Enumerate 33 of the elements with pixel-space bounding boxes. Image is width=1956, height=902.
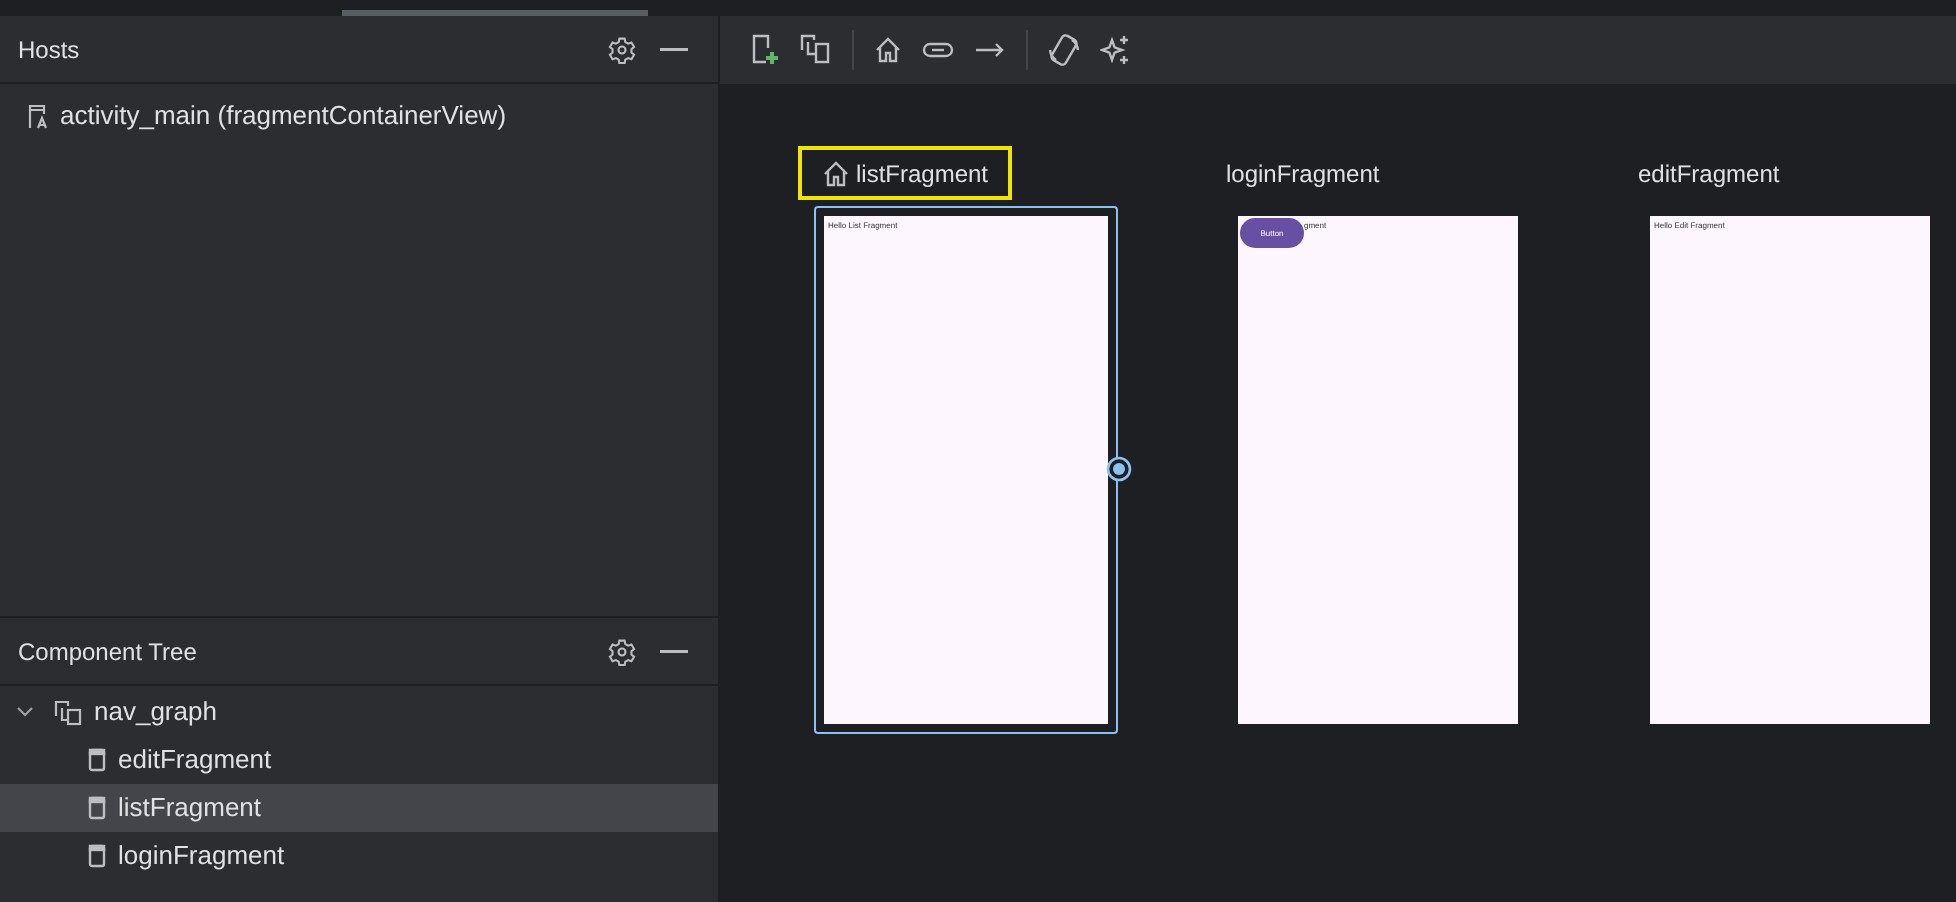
home-icon xyxy=(822,159,850,187)
panel-title: Hosts xyxy=(18,33,82,67)
tree-label: loginFragment xyxy=(118,838,285,875)
tree-item[interactable]: loginFragment xyxy=(0,832,718,880)
phone-icon xyxy=(88,796,106,820)
minimize-icon[interactable] xyxy=(660,649,688,653)
new-destination-icon[interactable] xyxy=(748,33,780,65)
tree-label: nav_graph xyxy=(94,694,217,731)
tree-item[interactable]: nav_graph xyxy=(0,688,718,736)
nested-screens-icon xyxy=(54,699,82,725)
home-icon[interactable] xyxy=(874,35,902,63)
rotate-device-icon[interactable] xyxy=(1048,33,1080,65)
destination-label[interactable]: editFragment xyxy=(1622,146,1804,200)
minimize-icon[interactable] xyxy=(660,47,688,51)
tree-label: editFragment xyxy=(118,742,272,779)
panel-title: Component Tree xyxy=(18,635,199,669)
nested-graph-icon[interactable] xyxy=(800,33,832,65)
phone-icon xyxy=(88,844,106,868)
destination-label[interactable]: loginFragment xyxy=(1210,146,1404,200)
host-label: activity_main (fragmentContainerView) xyxy=(60,98,507,135)
sparkle-icon[interactable] xyxy=(1100,33,1132,65)
chevron-down-icon[interactable] xyxy=(16,706,34,718)
scrollbar-thumb[interactable] xyxy=(342,10,648,16)
host-item[interactable]: activity_main (fragmentContainerView) xyxy=(0,84,718,148)
phone-icon xyxy=(88,748,106,772)
layout-icon xyxy=(28,103,50,129)
tree-item[interactable]: listFragment xyxy=(0,784,718,832)
settings-icon[interactable] xyxy=(608,35,636,63)
destination-label[interactable]: listFragment xyxy=(798,146,1013,200)
settings-icon[interactable] xyxy=(608,637,636,665)
tree-item[interactable]: editFragment xyxy=(0,736,718,784)
action-handle[interactable] xyxy=(1106,456,1132,482)
tree-label: listFragment xyxy=(118,790,262,827)
